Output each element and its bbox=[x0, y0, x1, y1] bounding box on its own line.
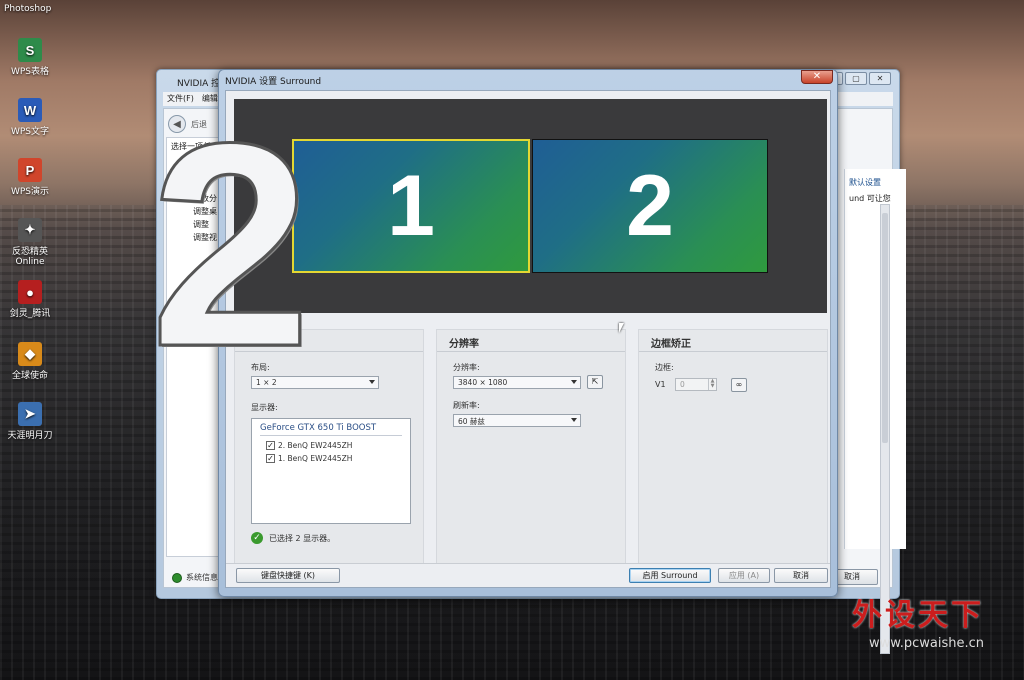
spinner-arrows-icon[interactable]: ▲ ▼ bbox=[708, 379, 716, 390]
desktop-top-label[interactable]: Photoshop bbox=[4, 4, 51, 14]
wps-presentation-icon[interactable]: P bbox=[18, 158, 42, 182]
resolution-label: 分辨率: bbox=[453, 363, 480, 372]
display-name: 2. BenQ EW2445ZH bbox=[278, 441, 353, 450]
desktop-shortcut[interactable]: W WPS文字 bbox=[4, 98, 56, 137]
gpu-name: GeForce GTX 650 Ti BOOST bbox=[260, 423, 402, 436]
desktop-shortcut-label[interactable]: WPS演示 bbox=[4, 184, 56, 197]
watermark-url: www.pcwaishe.cn bbox=[869, 636, 984, 651]
refresh-value: 60 赫兹 bbox=[458, 417, 485, 426]
bezel-header: 边框矫正 bbox=[639, 330, 827, 352]
desktop-shortcut[interactable]: ◆ 全球使命 bbox=[4, 342, 56, 381]
display-name: 1. BenQ EW2445ZH bbox=[278, 454, 353, 463]
desktop-shortcut-label[interactable]: 反恐精英 Online bbox=[4, 244, 56, 267]
close-button[interactable]: ✕ bbox=[869, 72, 891, 85]
scrollbar[interactable] bbox=[880, 204, 890, 654]
desktop-shortcut[interactable]: ● 剑灵_腾讯 bbox=[4, 280, 56, 319]
v1-label: V1 bbox=[655, 380, 666, 389]
refresh-select[interactable]: 60 赫兹 bbox=[453, 414, 581, 427]
refresh-label: 刷新率: bbox=[453, 401, 480, 410]
resolution-value: 3840 × 1080 bbox=[458, 378, 508, 387]
desktop-shortcut[interactable]: ✦ 反恐精英 Online bbox=[4, 218, 56, 267]
selection-status: ✓ 已选择 2 显示器。 bbox=[251, 532, 335, 544]
maximize-button[interactable]: ▢ bbox=[845, 72, 867, 85]
desktop-shortcut-label[interactable]: WPS文字 bbox=[4, 124, 56, 137]
system-info-link[interactable]: 系统信息 bbox=[172, 572, 218, 583]
desktop-shortcut-label[interactable]: 全球使命 bbox=[4, 368, 56, 381]
restore-defaults-link[interactable]: 默认设置 bbox=[849, 175, 902, 191]
scrollbar-thumb[interactable] bbox=[882, 213, 888, 443]
desktop-shortcut[interactable]: P WPS演示 bbox=[4, 158, 56, 197]
description-text: und 可让您 bbox=[849, 194, 891, 203]
mouse-pointer-icon bbox=[619, 323, 624, 333]
overlay-numeral: 2 bbox=[148, 83, 312, 407]
desktop-shortcut-label[interactable]: 剑灵_腾讯 bbox=[4, 306, 56, 319]
blade-soul-icon[interactable]: ● bbox=[18, 280, 42, 304]
nvidia-status-icon bbox=[172, 572, 182, 583]
chevron-down-icon bbox=[571, 418, 577, 422]
checkbox-checked-icon[interactable]: ✓ bbox=[266, 441, 275, 450]
bezel-label: 边框: bbox=[655, 363, 674, 372]
keyboard-shortcuts-button[interactable]: 键盘快捷键 (K) bbox=[236, 568, 340, 583]
tianya-icon[interactable]: ➤ bbox=[18, 402, 42, 426]
bezel-panel: 边框矫正 边框: V1 0 ▲ ▼ ∞ bbox=[638, 329, 828, 571]
system-info-label[interactable]: 系统信息 bbox=[186, 572, 218, 583]
wps-spreadsheet-icon[interactable]: S bbox=[18, 38, 42, 62]
cancel-button[interactable]: 取消 bbox=[774, 568, 828, 583]
chevron-down-icon bbox=[369, 380, 375, 384]
description-pane: 默认设置 und 可让您 bbox=[844, 169, 906, 549]
cs-online-icon[interactable]: ✦ bbox=[18, 218, 42, 242]
watermark-brand: 外设天下 bbox=[852, 598, 984, 633]
v1-spinner[interactable]: 0 ▲ ▼ bbox=[675, 378, 717, 391]
resolution-panel: 分辨率 分辨率: 3840 × 1080 ⇱ 刷新率: 60 赫兹 bbox=[436, 329, 626, 571]
status-text: 已选择 2 显示器。 bbox=[269, 533, 336, 543]
display-checkbox-1[interactable]: ✓ 1. BenQ EW2445ZH bbox=[266, 453, 396, 464]
display-list: GeForce GTX 650 Ti BOOST ✓ 2. BenQ EW244… bbox=[251, 418, 411, 524]
global-mission-icon[interactable]: ◆ bbox=[18, 342, 42, 366]
dialog-body: 1 2 布局: 1 × 2 显示器: GeForce GTX 650 Ti BO… bbox=[225, 90, 831, 588]
monitor-tile-1[interactable]: 1 bbox=[292, 139, 530, 273]
watermark: 外设天下 www.pcwaishe.cn bbox=[852, 590, 984, 651]
desktop-shortcut[interactable]: ➤ 天涯明月刀 bbox=[4, 402, 56, 441]
checkbox-checked-icon[interactable]: ✓ bbox=[266, 454, 275, 463]
resolution-select[interactable]: 3840 × 1080 bbox=[453, 376, 581, 389]
desktop-shortcut[interactable]: S WPS表格 bbox=[4, 38, 56, 77]
desktop-shortcut-label[interactable]: 天涯明月刀 bbox=[4, 428, 56, 441]
enable-surround-button[interactable]: 启用 Surround bbox=[629, 568, 711, 583]
resolution-options-button[interactable]: ⇱ bbox=[587, 375, 603, 389]
close-button[interactable]: ✕ bbox=[801, 70, 833, 84]
bezel-peek-button[interactable]: ∞ bbox=[731, 378, 747, 392]
monitor-tile-2[interactable]: 2 bbox=[532, 139, 768, 273]
wps-writer-icon[interactable]: W bbox=[18, 98, 42, 122]
desktop-shortcut-label[interactable]: WPS表格 bbox=[4, 64, 56, 77]
v1-value[interactable]: 0 bbox=[680, 380, 685, 389]
display-checkbox-2[interactable]: ✓ 2. BenQ EW2445ZH bbox=[266, 440, 396, 451]
check-circle-icon: ✓ bbox=[251, 532, 263, 544]
resolution-header: 分辨率 bbox=[437, 330, 625, 352]
chevron-down-icon bbox=[571, 380, 577, 384]
apply-button[interactable]: 应用 (A) bbox=[718, 568, 770, 583]
display-preview: 1 2 bbox=[234, 99, 827, 313]
dialog-footer: 键盘快捷键 (K) 启用 Surround 应用 (A) 取消 bbox=[226, 563, 830, 587]
